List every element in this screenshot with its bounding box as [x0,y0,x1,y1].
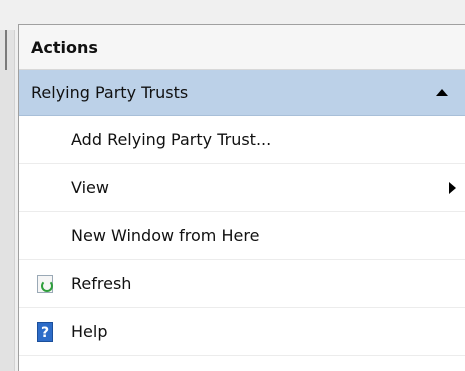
pane-splitter[interactable] [0,30,15,371]
action-add-relying-party-trust[interactable]: Add Relying Party Trust... [19,116,465,164]
refresh-icon [37,274,53,293]
submenu-arrow-icon [449,181,456,194]
icon-slot-empty [19,116,71,163]
action-help[interactable]: ? Help [19,308,465,356]
icon-slot: ? [19,308,71,355]
mmc-window: Actions Relying Party Trusts Add Relying… [0,0,465,371]
section-label: Relying Party Trusts [31,83,189,102]
action-new-window-from-here[interactable]: New Window from Here [19,212,465,260]
action-refresh[interactable]: Refresh [19,260,465,308]
action-view[interactable]: View [19,164,465,212]
section-relying-party-trusts[interactable]: Relying Party Trusts [19,70,465,116]
actions-pane: Actions Relying Party Trusts Add Relying… [18,24,465,371]
help-icon: ? [37,321,53,342]
action-label: View [71,178,109,197]
icon-slot-empty [19,212,71,259]
icon-slot-empty [19,164,71,211]
action-label: Help [71,322,108,341]
action-label: Add Relying Party Trust... [71,130,272,149]
action-label: New Window from Here [71,226,260,245]
icon-slot [19,260,71,307]
action-label: Refresh [71,274,132,293]
collapse-up-icon[interactable] [436,89,448,96]
actions-pane-title: Actions [19,25,465,70]
